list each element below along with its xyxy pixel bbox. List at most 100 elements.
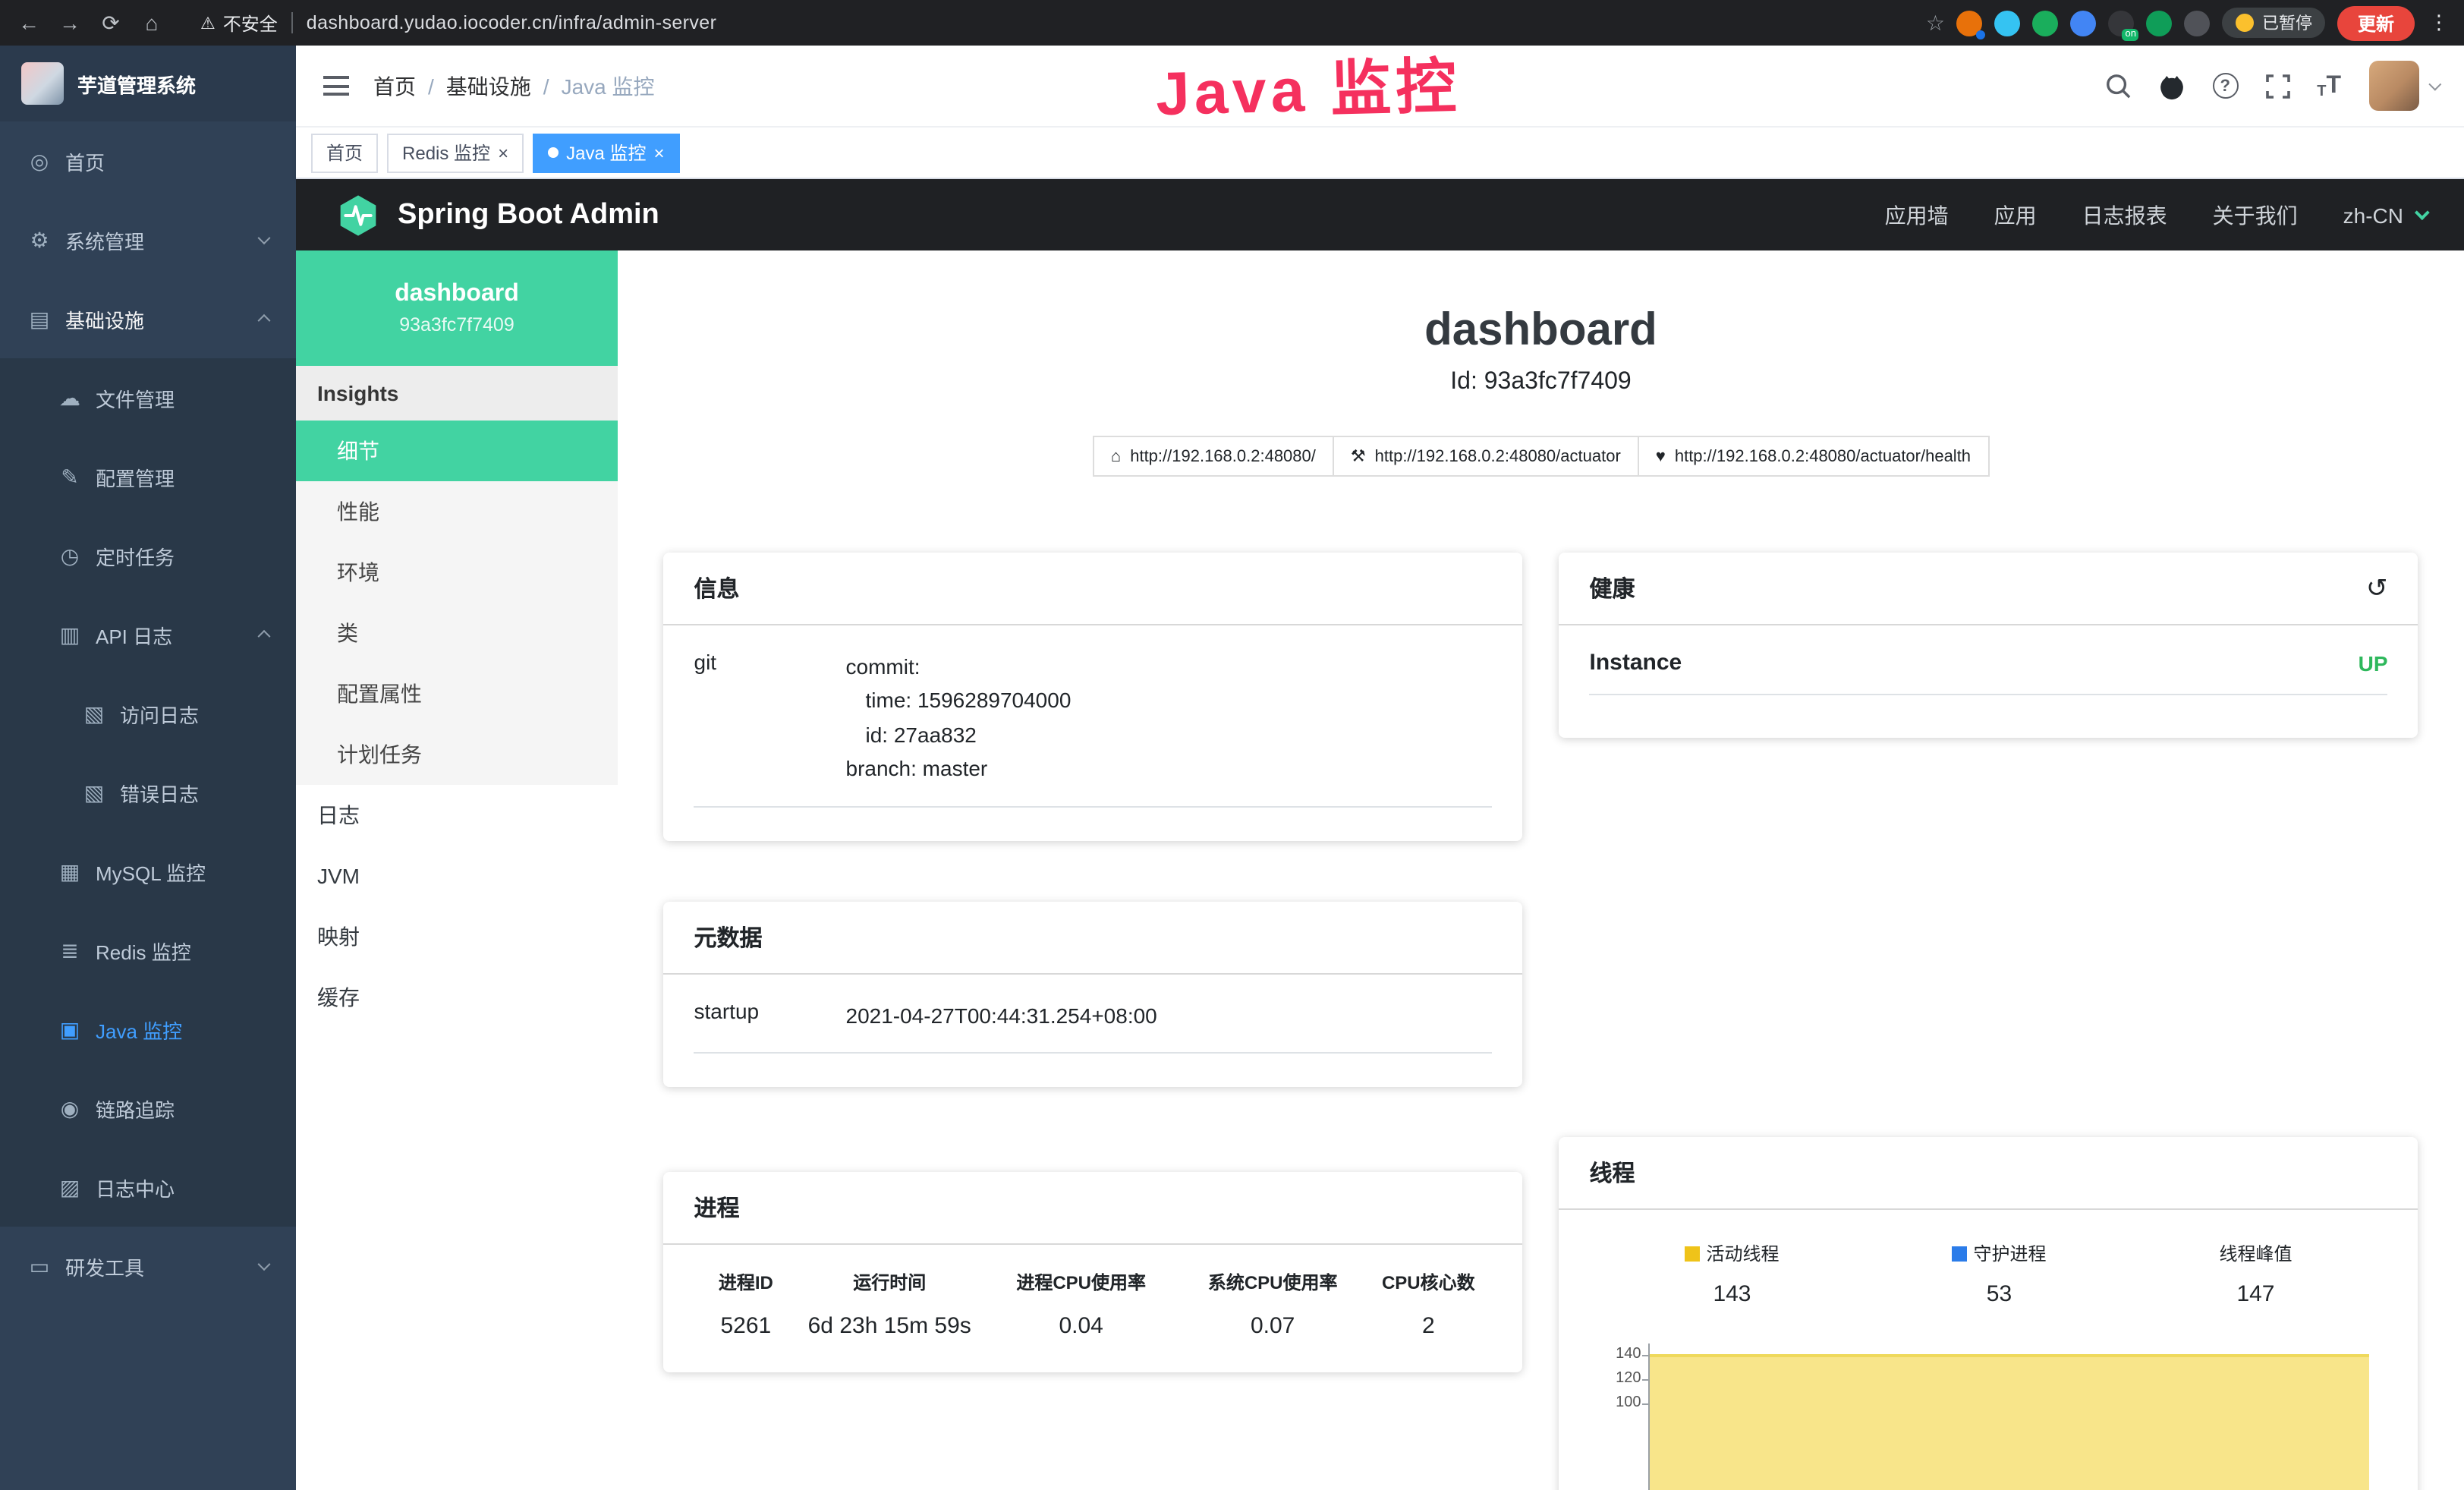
user-menu[interactable]	[2368, 61, 2437, 111]
threads-chart: 140 120 100	[1590, 1344, 2388, 1490]
tab-java[interactable]: Java 监控 ×	[533, 133, 679, 172]
breadcrumb-separator: /	[428, 74, 434, 98]
process-col-header: 运行时间	[798, 1269, 981, 1295]
extension-icon-1[interactable]	[1957, 10, 1983, 36]
legend-label: 守护进程	[1973, 1240, 2046, 1266]
address-bar[interactable]: ⚠ 不安全 dashboard.yudao.iocoder.cn/infra/a…	[200, 10, 716, 36]
extension-icon-5[interactable]: on	[2109, 10, 2135, 36]
url-text[interactable]: dashboard.yudao.iocoder.cn/infra/admin-s…	[307, 12, 717, 33]
legend-daemon-threads: 守护进程 53	[1952, 1240, 2046, 1307]
sidebar-item-label: 文件管理	[96, 383, 175, 412]
font-size-icon[interactable]: TT	[2317, 72, 2341, 99]
sidebar-item-label: 研发工具	[65, 1252, 144, 1281]
extension-icon-2[interactable]	[1995, 10, 2021, 36]
doc-icon: ▧	[82, 701, 106, 726]
sba-nav-journal[interactable]: 日志报表	[2082, 200, 2167, 230]
sidebar-item-access-log[interactable]: ▧ 访问日志	[0, 674, 296, 753]
sba-nav-links: 应用墙 应用 日志报表 关于我们 zh-CN	[1885, 200, 2425, 230]
tab-redis[interactable]: Redis 监控 ×	[387, 133, 524, 172]
sba-item-details[interactable]: 细节	[296, 421, 618, 481]
back-icon[interactable]: ←	[15, 11, 42, 35]
sidebar-item-home[interactable]: ◎ 首页	[0, 121, 296, 200]
sidebar-item-config[interactable]: ✎ 配置管理	[0, 437, 296, 516]
breadcrumb-infra[interactable]: 基础设施	[446, 71, 531, 101]
service-url-button[interactable]: ⌂ http://192.168.0.2:48080/	[1093, 436, 1334, 477]
sba-nav-wall[interactable]: 应用墙	[1885, 200, 1949, 230]
sidebar-item-trace[interactable]: ◉ 链路追踪	[0, 1069, 296, 1148]
bookmark-star-icon[interactable]: ☆	[1926, 10, 1945, 36]
actuator-url-button[interactable]: ⚒ http://192.168.0.2:48080/actuator	[1334, 436, 1639, 477]
info-card-title: 信息	[664, 553, 1523, 625]
sba-item-caches[interactable]: 缓存	[296, 967, 618, 1028]
sba-item-logs[interactable]: 日志	[296, 785, 618, 846]
chevron-up-icon	[258, 630, 271, 643]
sba-logo-icon	[335, 192, 381, 238]
breadcrumb-home[interactable]: 首页	[373, 71, 416, 101]
hamburger-icon[interactable]	[323, 76, 349, 96]
extension-icon-7[interactable]	[2185, 10, 2211, 36]
health-card: 健康 ↺ Instance UP	[1559, 553, 2418, 738]
paused-chip[interactable]: 已暂停	[2223, 8, 2326, 38]
browser-menu-icon[interactable]: ⋮	[2429, 11, 2449, 35]
extension-icon-3[interactable]	[2033, 10, 2059, 36]
health-url-button[interactable]: ♥ http://192.168.0.2:48080/actuator/heal…	[1639, 436, 1989, 477]
chevron-down-icon	[2428, 77, 2440, 90]
sidebar-item-redis[interactable]: ≣ Redis 监控	[0, 911, 296, 990]
sidebar-item-log-center[interactable]: ▨ 日志中心	[0, 1148, 296, 1227]
health-instance-row[interactable]: Instance UP	[1590, 650, 2388, 695]
sba-item-environment[interactable]: 环境	[296, 542, 618, 603]
chevron-down-icon	[258, 232, 271, 244]
sba-item-jvm[interactable]: JVM	[296, 846, 618, 906]
sidebar-item-system[interactable]: ⚙ 系统管理	[0, 200, 296, 279]
process-col-header: 进程ID	[694, 1269, 798, 1295]
security-label: 不安全	[223, 10, 278, 36]
sidebar-item-api-log[interactable]: ▥ API 日志	[0, 595, 296, 674]
legend-live-threads: 活动线程 143	[1685, 1240, 1779, 1307]
sidebar-item-java[interactable]: ▣ Java 监控	[0, 990, 296, 1069]
chevron-down-icon	[258, 1258, 271, 1271]
sidebar-logo[interactable]: 芋道管理系统	[0, 46, 296, 121]
github-icon[interactable]	[2157, 72, 2185, 99]
instance-header[interactable]: dashboard 93a3fc7f7409	[296, 250, 618, 366]
sba-item-mappings[interactable]: 映射	[296, 906, 618, 967]
threads-card: 线程 活动线程 14	[1559, 1137, 2418, 1490]
close-icon[interactable]: ×	[653, 142, 664, 163]
heart-icon: ♥	[1656, 447, 1666, 465]
legend-label: 活动线程	[1706, 1240, 1779, 1266]
search-icon[interactable]	[2104, 73, 2130, 99]
sidebar-item-devtools[interactable]: ▭ 研发工具	[0, 1227, 296, 1306]
sidebar-item-job[interactable]: ◷ 定时任务	[0, 516, 296, 595]
help-icon[interactable]: ?	[2212, 73, 2238, 99]
sidebar-item-infra[interactable]: ▤ 基础设施	[0, 279, 296, 358]
extension-badge-dot	[1977, 30, 1986, 39]
sba-item-classes[interactable]: 类	[296, 603, 618, 663]
sba-item-scheduled-tasks[interactable]: 计划任务	[296, 724, 618, 785]
sidebar-item-mysql[interactable]: ▦ MySQL 监控	[0, 832, 296, 911]
info-card: 信息 git commit: time: 1596289704000 id: 2…	[664, 553, 1523, 840]
update-button[interactable]: 更新	[2338, 5, 2414, 40]
sba-nav-about[interactable]: 关于我们	[2213, 200, 2298, 230]
tab-label: Java 监控	[566, 140, 646, 165]
fullscreen-icon[interactable]	[2265, 74, 2289, 98]
legend-value: 143	[1713, 1281, 1751, 1307]
extension-icon-4[interactable]	[2071, 10, 2097, 36]
history-icon[interactable]: ↺	[2366, 573, 2388, 603]
breadcrumb-current: Java 监控	[562, 71, 655, 101]
sidebar-item-error-log[interactable]: ▧ 错误日志	[0, 753, 296, 832]
git-branch-line: branch: master	[846, 751, 1493, 786]
home-icon[interactable]: ⌂	[138, 11, 165, 35]
reload-icon[interactable]: ⟳	[97, 10, 124, 36]
sba-section-insights[interactable]: Insights	[296, 366, 618, 421]
close-icon[interactable]: ×	[498, 142, 508, 163]
sba-nav-applications[interactable]: 应用	[1994, 200, 2037, 230]
tab-home[interactable]: 首页	[311, 133, 378, 172]
sba-item-config-props[interactable]: 配置属性	[296, 663, 618, 724]
language-select[interactable]: zh-CN	[2343, 203, 2425, 227]
monitor-icon: ▣	[58, 1016, 82, 1042]
extension-icon-6[interactable]	[2147, 10, 2173, 36]
briefcase-icon: ▭	[27, 1253, 52, 1279]
sba-brand[interactable]: Spring Boot Admin	[335, 192, 659, 238]
forward-icon[interactable]: →	[56, 11, 83, 35]
sidebar-item-file[interactable]: ☁ 文件管理	[0, 358, 296, 437]
sba-item-performance[interactable]: 性能	[296, 481, 618, 542]
